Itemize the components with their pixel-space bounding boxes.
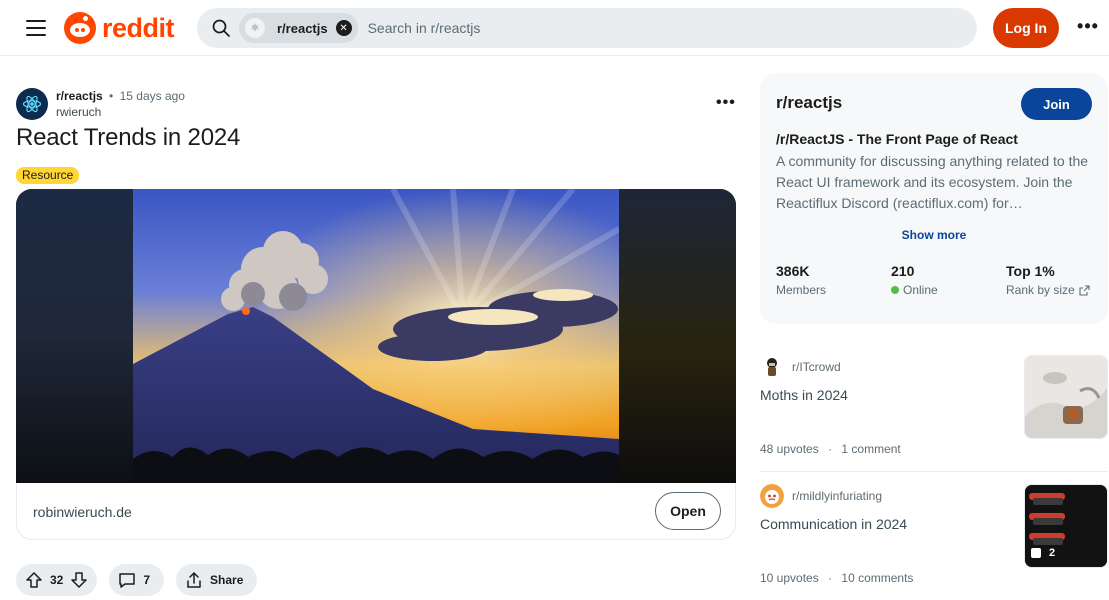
stat-label: Online — [903, 283, 938, 297]
related-post-header: r/ITcrowd — [760, 355, 841, 379]
related-comments: 10 comments — [841, 571, 914, 585]
share-button[interactable]: Share — [176, 564, 258, 596]
subreddit-avatar[interactable] — [16, 88, 48, 120]
related-post-stats: 48 upvotes · 1 comment — [760, 442, 901, 456]
open-link-button[interactable]: Open — [655, 492, 721, 530]
related-subreddit[interactable]: r/ITcrowd — [792, 360, 841, 374]
search-icon — [212, 19, 230, 37]
related-post-header: r/mildlyinfuriating — [760, 484, 882, 508]
stats-dot: · — [828, 571, 833, 585]
meta-separator: • — [109, 89, 114, 103]
related-post-stats: 10 upvotes · 10 comments — [760, 571, 913, 585]
related-post-title[interactable]: Moths in 2024 — [760, 387, 848, 403]
mildlyinfuriating-avatar-icon — [760, 484, 784, 508]
vote-count: 32 — [50, 573, 64, 587]
post-author-link[interactable]: rwieruch — [56, 104, 185, 120]
comment-icon — [117, 570, 137, 590]
post-meta: r/reactjs • 15 days ago rwieruch — [16, 88, 185, 120]
stat-value: 386K — [776, 263, 810, 279]
search-input[interactable] — [367, 20, 928, 36]
related-divider — [760, 471, 1108, 472]
sidebar-description: A community for discussing anything rela… — [776, 153, 1089, 211]
sidebar-subreddit-name[interactable]: r/reactjs — [776, 93, 842, 113]
related-upvotes: 48 upvotes — [760, 442, 819, 456]
volcano-sunset-image — [133, 189, 619, 483]
stat-rank: Top 1% Rank by size — [1006, 263, 1090, 297]
logo-text: reddit — [102, 12, 175, 43]
post-time: 15 days ago — [119, 89, 185, 103]
sidebar-title: /r/ReactJS - The Front Page of React — [776, 131, 1018, 147]
show-more-link[interactable]: Show more — [760, 228, 1108, 242]
upvote-icon[interactable] — [24, 570, 44, 590]
post-subreddit-link[interactable]: r/reactjs — [56, 89, 103, 103]
menu-icon[interactable] — [24, 17, 48, 39]
related-thumbnail[interactable] — [1024, 355, 1108, 439]
comment-count: 7 — [143, 573, 151, 587]
subreddit-avatar-icon: ⚛ — [245, 18, 265, 38]
comments-button[interactable]: 7 — [109, 564, 165, 596]
post-title[interactable]: React Trends in 2024 — [16, 124, 240, 152]
media-blur-left — [16, 189, 133, 483]
post-actions: 32 7 Share — [16, 564, 258, 596]
login-button[interactable]: Log In — [993, 8, 1059, 48]
downvote-icon[interactable] — [69, 570, 89, 590]
reddit-logo[interactable]: reddit — [64, 12, 175, 44]
share-icon — [184, 570, 204, 590]
related-post[interactable]: r/ITcrowd Moths in 2024 48 upvotes · 1 c… — [760, 355, 1108, 471]
media-blur-right — [619, 189, 736, 483]
stat-label: Members — [776, 283, 827, 297]
reddit-snoo-icon — [64, 12, 96, 44]
search-scope-chip[interactable]: ⚛ r/reactjs ✕ — [239, 13, 358, 43]
subreddit-info-card: r/reactjs Join /r/ReactJS - The Front Pa… — [760, 73, 1108, 324]
stat-label: Rank by size — [1006, 283, 1075, 297]
thumbnail-image — [1025, 356, 1107, 438]
related-thumbnail[interactable]: 2 — [1024, 484, 1108, 568]
itcrowd-avatar-icon — [760, 355, 784, 379]
related-subreddit[interactable]: r/mildlyinfuriating — [792, 489, 882, 503]
thumb-image-count: 2 — [1049, 547, 1056, 559]
share-label: Share — [210, 573, 244, 587]
stat-members: 386K Members — [776, 263, 826, 297]
more-options-icon[interactable]: ••• — [1072, 16, 1104, 40]
related-comments: 1 comment — [841, 442, 901, 456]
related-post[interactable]: r/mildlyinfuriating Communication in 202… — [760, 484, 1108, 600]
stat-online: 210 Online — [891, 263, 938, 297]
external-link-icon — [1079, 284, 1090, 296]
link-domain[interactable]: robinwieruch.de — [33, 504, 132, 520]
search-bar[interactable]: ⚛ r/reactjs ✕ — [197, 8, 977, 48]
online-dot-icon — [891, 286, 899, 294]
related-upvotes: 10 upvotes — [760, 571, 819, 585]
post-overflow-icon[interactable]: ••• — [716, 94, 736, 112]
related-post-title[interactable]: Communication in 2024 — [760, 516, 907, 532]
stat-value: 210 — [891, 263, 915, 279]
vote-pill: 32 — [16, 564, 98, 596]
stat-value: Top 1% — [1006, 263, 1055, 279]
clear-scope-icon[interactable]: ✕ — [335, 20, 352, 36]
top-nav: reddit ⚛ r/reactjs ✕ Log In ••• — [0, 0, 1109, 56]
stats-dot: · — [828, 442, 833, 456]
post-flair[interactable]: Resource — [16, 167, 80, 184]
thumbnail-image — [1025, 485, 1107, 567]
join-button[interactable]: Join — [1021, 88, 1092, 120]
post-media[interactable] — [16, 189, 736, 483]
search-scope-label: r/reactjs — [277, 20, 328, 36]
rank-link[interactable]: Rank by size — [1006, 283, 1090, 297]
react-atom-icon — [22, 95, 42, 113]
post-link-bar[interactable]: robinwieruch.de Open — [16, 483, 736, 540]
